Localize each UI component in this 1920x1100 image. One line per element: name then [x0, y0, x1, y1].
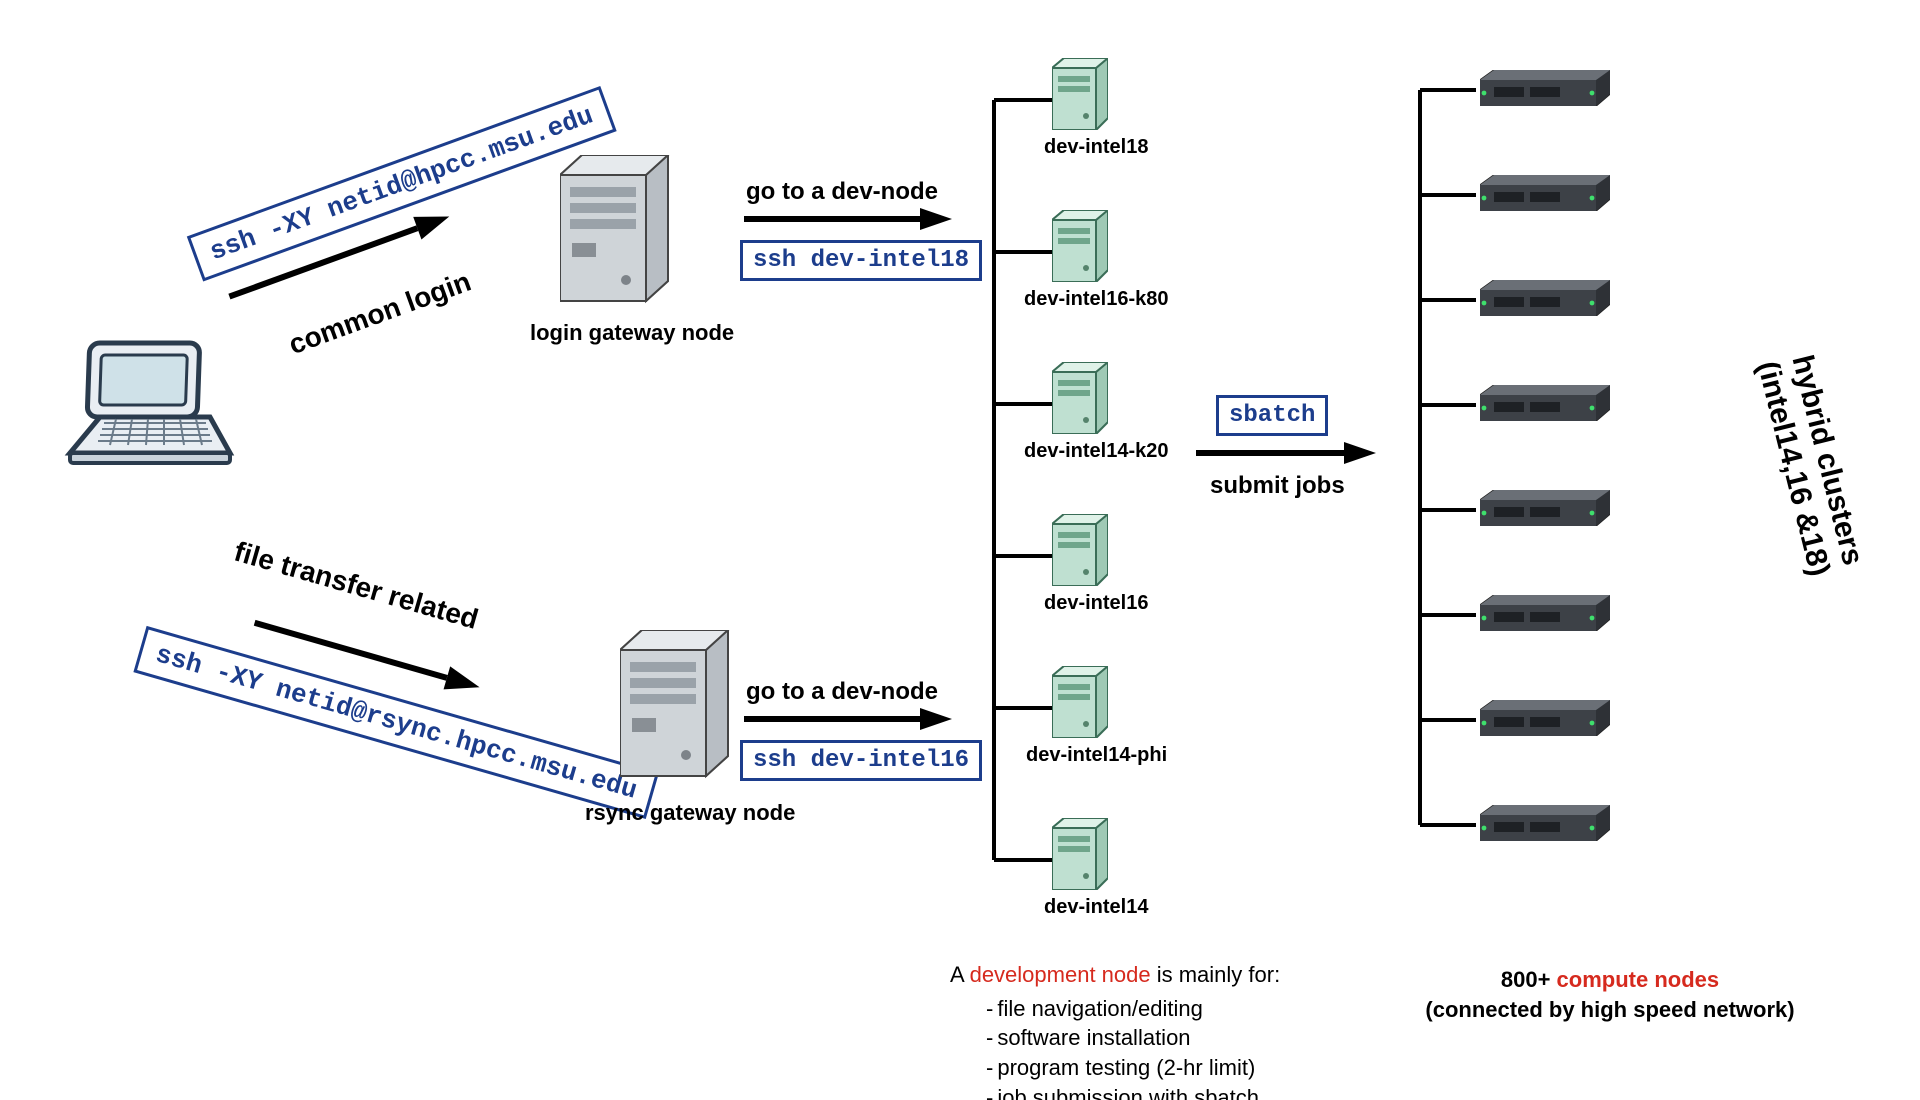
dev-server-icon: [1052, 210, 1108, 282]
dev-server-icon: [1052, 666, 1108, 738]
login-gateway-icon: [560, 155, 670, 305]
dev-node-label: dev-intel14-phi: [1026, 744, 1167, 767]
sbatch-arrow: [1192, 436, 1382, 470]
go-dev-arrow-lower: [740, 702, 960, 736]
sbatch-command: sbatch: [1216, 395, 1328, 436]
dev-server-icon: [1052, 362, 1108, 434]
compute-nodes-red: compute nodes: [1557, 967, 1720, 992]
dev-node-label: dev-intel16-k80: [1024, 288, 1169, 311]
rack-server-icon: [1480, 385, 1610, 421]
info-item: software installation: [986, 1023, 1380, 1053]
dev-server-icon: [1052, 58, 1108, 130]
dev-server-icon: [1052, 818, 1108, 890]
rack-column: [1480, 70, 1610, 841]
ssh-dev16-command: ssh dev-intel16: [740, 740, 982, 781]
info-item: program testing (2-hr limit): [986, 1053, 1380, 1083]
dev-node-label: dev-intel16: [1044, 592, 1148, 615]
dev-node-label: dev-intel14-k20: [1024, 440, 1169, 463]
dev-node-column: dev-intel18 dev-intel16-k80: [1052, 58, 1272, 970]
go-dev-arrow-upper: [740, 202, 960, 236]
rack-server-icon: [1480, 280, 1610, 316]
compute-nodes-line2: (connected by high speed network): [1390, 995, 1830, 1025]
dev-server-icon: [1052, 514, 1108, 586]
info-lead-red: development node: [970, 962, 1151, 987]
rack-server-icon: [1480, 595, 1610, 631]
rack-server-icon: [1480, 70, 1610, 106]
rsync-gateway-label: rsync gateway node: [585, 800, 795, 826]
rack-server-icon: [1480, 805, 1610, 841]
laptop-icon: [60, 335, 240, 475]
compute-nodes-info: 800+ compute nodes (connected by high sp…: [1390, 965, 1830, 1024]
rack-server-icon: [1480, 490, 1610, 526]
login-gateway-label: login gateway node: [530, 320, 734, 346]
ssh-dev18-command: ssh dev-intel18: [740, 240, 982, 281]
dev-node-label: dev-intel14: [1044, 896, 1148, 919]
info-lead-b: is mainly for:: [1151, 962, 1281, 987]
compute-count: 800+: [1501, 967, 1557, 992]
info-item: job submission with sbatch: [986, 1083, 1380, 1100]
dev-node-label: dev-intel18: [1044, 136, 1148, 159]
info-item: file navigation/editing: [986, 994, 1380, 1024]
rack-server-icon: [1480, 175, 1610, 211]
info-lead-a: A: [950, 962, 970, 987]
hybrid-clusters-label: hybrid clusters (intel14,16 &18): [1750, 349, 1870, 579]
rsync-gateway-icon: [620, 630, 730, 780]
dev-node-info: A development node is mainly for: file n…: [950, 960, 1380, 1100]
rack-server-icon: [1480, 700, 1610, 736]
submit-jobs-label: submit jobs: [1210, 472, 1345, 500]
